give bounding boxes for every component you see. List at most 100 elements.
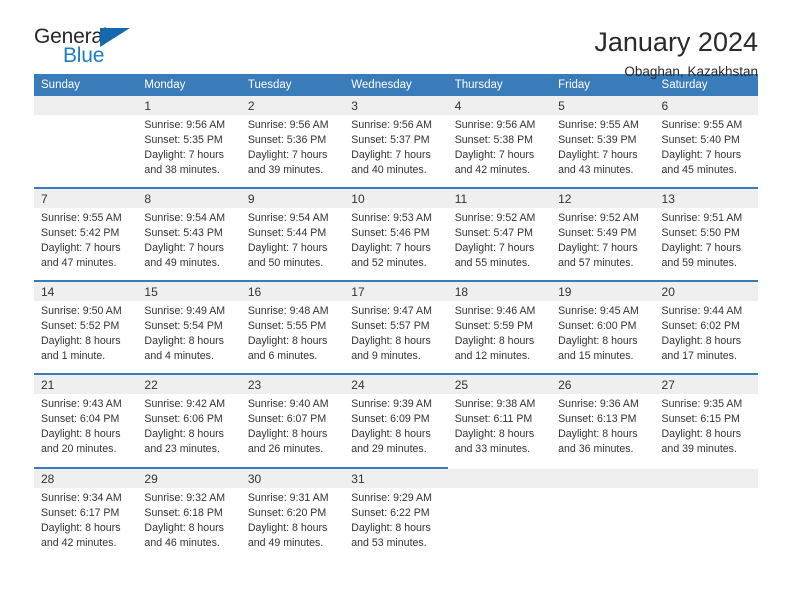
- day-details-cell[interactable]: Sunrise: 9:56 AM Sunset: 5:37 PM Daylight:…: [344, 115, 448, 188]
- day-details-cell[interactable]: Sunrise: 9:52 AM Sunset: 5:49 PM Daylight:…: [551, 208, 655, 281]
- day-daylight-text: and 20 minutes.: [41, 443, 117, 456]
- day-number-cell[interactable]: 12: [551, 189, 655, 209]
- day-sunrise-text: Sunrise: 9:35 AM: [661, 398, 743, 411]
- day-daylight-text: and 46 minutes.: [144, 536, 220, 549]
- day-details-cell[interactable]: Sunrise: 9:34 AM Sunset: 6:17 PM Daylight:…: [34, 487, 138, 560]
- day-details-cell[interactable]: Sunrise: 9:55 AM Sunset: 5:40 PM Daylight:…: [654, 115, 758, 188]
- day-number-cell[interactable]: 22: [137, 375, 241, 395]
- day-sunset-text: Sunset: 6:15 PM: [661, 413, 740, 426]
- day-number-cell[interactable]: 10: [344, 189, 448, 209]
- day-number-cell[interactable]: 17: [344, 282, 448, 302]
- day-daylight-text: and 15 minutes.: [558, 350, 634, 363]
- calendar-week-details: Sunrise: 9:56 AM Sunset: 5:35 PM Daylight:…: [34, 115, 758, 188]
- day-details-cell[interactable]: Sunrise: 9:29 AM Sunset: 6:22 PM Daylight:…: [344, 487, 448, 560]
- day-details-cell[interactable]: Sunrise: 9:55 AM Sunset: 5:39 PM Daylight:…: [551, 115, 655, 188]
- day-number-cell[interactable]: 25: [447, 375, 552, 395]
- day-sunrise-text: Sunrise: 9:32 AM: [144, 491, 226, 504]
- day-number-cell[interactable]: 1: [137, 96, 241, 115]
- day-sunset-text: Sunset: 5:57 PM: [351, 320, 430, 333]
- day-details-cell[interactable]: Sunrise: 9:42 AM Sunset: 6:06 PM Daylight:…: [137, 394, 241, 467]
- day-details-cell[interactable]: Sunrise: 9:50 AM Sunset: 5:52 PM Daylight:…: [34, 301, 138, 374]
- day-sunrise-text: Sunrise: 9:54 AM: [144, 212, 226, 225]
- day-number-cell[interactable]: 21: [34, 375, 138, 395]
- day-number-cell[interactable]: 18: [447, 282, 552, 302]
- day-daylight-text: Daylight: 7 hours: [558, 149, 638, 162]
- day-sunset-text: Sunset: 5:42 PM: [41, 227, 120, 240]
- day-details-cell[interactable]: Sunrise: 9:56 AM Sunset: 5:38 PM Daylight:…: [447, 115, 552, 188]
- calendar-week-details: Sunrise: 9:50 AM Sunset: 5:52 PM Daylight:…: [34, 301, 758, 374]
- day-number-cell[interactable]: 11: [447, 189, 552, 209]
- day-details-cell[interactable]: Sunrise: 9:51 AM Sunset: 5:50 PM Daylight:…: [654, 208, 758, 281]
- day-details-cell[interactable]: Sunrise: 9:55 AM Sunset: 5:42 PM Daylight:…: [34, 208, 138, 281]
- day-daylight-text: and 23 minutes.: [144, 443, 220, 456]
- day-number-cell[interactable]: 7: [34, 189, 138, 209]
- day-details-cell[interactable]: Sunrise: 9:44 AM Sunset: 6:02 PM Daylight:…: [654, 301, 758, 374]
- day-number-cell[interactable]: 4: [447, 96, 552, 115]
- calendar-week-details: Sunrise: 9:55 AM Sunset: 5:42 PM Daylight:…: [34, 208, 758, 281]
- day-sunset-text: Sunset: 5:50 PM: [661, 227, 740, 240]
- day-details-cell[interactable]: Sunrise: 9:48 AM Sunset: 5:55 PM Daylight:…: [240, 301, 345, 374]
- day-sunrise-text: Sunrise: 9:52 AM: [454, 212, 536, 225]
- day-details-cell[interactable]: Sunrise: 9:45 AM Sunset: 6:00 PM Daylight:…: [551, 301, 655, 374]
- day-number-cell[interactable]: 8: [137, 189, 241, 209]
- day-details-cell[interactable]: Sunrise: 9:54 AM Sunset: 5:43 PM Daylight:…: [137, 208, 241, 281]
- day-number-cell[interactable]: 29: [137, 468, 241, 488]
- day-number-cell[interactable]: 13: [654, 189, 758, 209]
- day-details-cell[interactable]: Sunrise: 9:54 AM Sunset: 5:44 PM Daylight:…: [240, 208, 345, 281]
- day-details-cell[interactable]: Sunrise: 9:49 AM Sunset: 5:54 PM Daylight:…: [137, 301, 241, 374]
- day-number-cell[interactable]: 6: [654, 96, 758, 115]
- day-number-cell[interactable]: 30: [240, 468, 345, 488]
- day-number-cell[interactable]: 23: [240, 375, 345, 395]
- day-number-cell[interactable]: 26: [551, 375, 655, 395]
- day-number-cell[interactable]: 31: [344, 468, 448, 488]
- day-details-cell[interactable]: Sunrise: 9:31 AM Sunset: 6:20 PM Daylight:…: [240, 487, 345, 560]
- day-daylight-text: Daylight: 8 hours: [144, 428, 224, 441]
- day-details-cell[interactable]: Sunrise: 9:43 AM Sunset: 6:04 PM Daylight:…: [34, 394, 138, 467]
- day-daylight-text: Daylight: 8 hours: [41, 521, 121, 534]
- day-details-cell[interactable]: Sunrise: 9:56 AM Sunset: 5:35 PM Daylight:…: [137, 115, 241, 188]
- day-number-cell[interactable]: 24: [344, 375, 448, 395]
- day-daylight-text: Daylight: 8 hours: [454, 428, 535, 441]
- day-number-cell[interactable]: 5: [551, 96, 655, 115]
- day-daylight-text: and 57 minutes.: [558, 257, 634, 270]
- day-details-cell[interactable]: Sunrise: 9:39 AM Sunset: 6:09 PM Daylight:…: [344, 394, 448, 467]
- day-number-cell[interactable]: 14: [34, 282, 138, 302]
- day-details-cell[interactable]: Sunrise: 9:52 AM Sunset: 5:47 PM Daylight:…: [447, 208, 552, 281]
- day-daylight-text: Daylight: 7 hours: [454, 242, 535, 255]
- day-daylight-text: Daylight: 8 hours: [454, 335, 535, 348]
- day-number-cell[interactable]: 9: [240, 189, 345, 209]
- brand-logo[interactable]: General Blue: [34, 26, 154, 74]
- day-number-cell[interactable]: 15: [137, 282, 241, 302]
- day-details-cell[interactable]: Sunrise: 9:56 AM Sunset: 5:36 PM Daylight:…: [240, 115, 345, 188]
- day-sunrise-text: Sunrise: 9:48 AM: [247, 305, 329, 318]
- day-sunrise-text: Sunrise: 9:31 AM: [247, 491, 329, 504]
- day-sunset-text: Sunset: 5:49 PM: [558, 227, 637, 240]
- day-sunset-text: Sunset: 6:02 PM: [661, 320, 740, 333]
- day-details-cell[interactable]: Sunrise: 9:40 AM Sunset: 6:07 PM Daylight:…: [240, 394, 345, 467]
- day-number-cell[interactable]: 19: [551, 282, 655, 302]
- day-details-cell[interactable]: Sunrise: 9:38 AM Sunset: 6:11 PM Daylight:…: [447, 394, 552, 467]
- day-details-cell[interactable]: Sunrise: 9:53 AM Sunset: 5:46 PM Daylight:…: [344, 208, 448, 281]
- day-details-cell[interactable]: Sunrise: 9:36 AM Sunset: 6:13 PM Daylight:…: [551, 394, 655, 467]
- day-number-cell-empty: [447, 468, 552, 488]
- day-number-cell[interactable]: 2: [240, 96, 345, 115]
- day-number-cell[interactable]: 3: [344, 96, 448, 115]
- day-number-cell[interactable]: 27: [654, 375, 758, 395]
- day-details-cell[interactable]: Sunrise: 9:47 AM Sunset: 5:57 PM Daylight:…: [344, 301, 448, 374]
- day-sunrise-text: Sunrise: 9:39 AM: [351, 398, 432, 411]
- day-sunrise-text: Sunrise: 9:43 AM: [41, 398, 122, 411]
- calendar-body: 1 2 3 4 5 6 Sunrise: 9:56 AM Sunset: 5:35 PM Day…: [34, 96, 758, 560]
- logo-text-blue: Blue: [63, 44, 105, 67]
- day-number-cell[interactable]: 20: [654, 282, 758, 302]
- day-sunset-text: Sunset: 6:07 PM: [247, 413, 327, 426]
- day-details-cell[interactable]: Sunrise: 9:46 AM Sunset: 5:59 PM Daylight:…: [447, 301, 552, 374]
- day-number-cell[interactable]: 16: [240, 282, 345, 302]
- day-daylight-text: Daylight: 8 hours: [351, 521, 431, 534]
- day-sunset-text: Sunset: 6:04 PM: [41, 413, 120, 426]
- day-number-cell[interactable]: 28: [34, 468, 138, 488]
- weekday-header-wednesday: Wednesday: [344, 74, 448, 96]
- day-daylight-text: Daylight: 8 hours: [351, 428, 431, 441]
- day-details-cell[interactable]: Sunrise: 9:35 AM Sunset: 6:15 PM Daylight:…: [654, 394, 758, 467]
- day-sunset-text: Sunset: 5:38 PM: [454, 134, 534, 147]
- day-details-cell[interactable]: Sunrise: 9:32 AM Sunset: 6:18 PM Daylight:…: [137, 487, 241, 560]
